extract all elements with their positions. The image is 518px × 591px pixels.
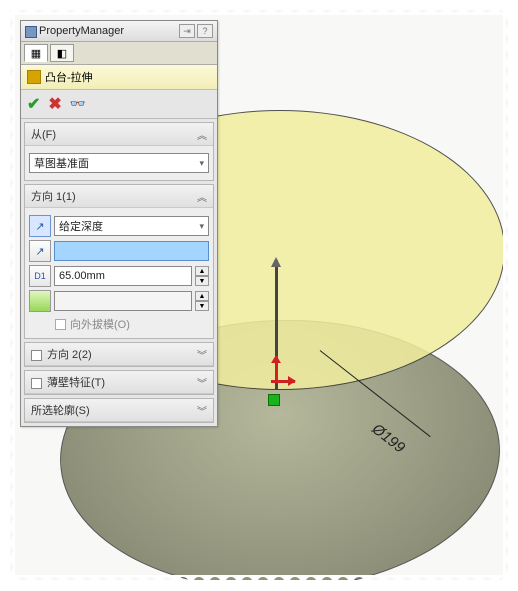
config-icon: ◧	[57, 47, 67, 60]
depth-spin-down[interactable]: ▼	[195, 276, 209, 286]
thin-feature-header[interactable]: 薄壁特征(T) ︾	[25, 371, 213, 394]
tab-config[interactable]: ◧	[50, 44, 74, 62]
from-group: 从(F) ︽ 草图基准面	[24, 122, 214, 181]
direction2-label: 方向 2(2)	[47, 349, 92, 361]
feature-name: 凸台-拉伸	[45, 69, 93, 85]
chevron-down-icon: ︾	[197, 375, 207, 390]
ok-button[interactable]: ✔	[27, 94, 40, 114]
sketch-origin	[268, 394, 280, 406]
panel-title: PropertyManager	[25, 25, 124, 37]
property-manager-panel: PropertyManager ⇥ ? ▦ ◧ 凸台-拉伸 ✔ ✖ 👓	[20, 20, 218, 427]
tab-feature[interactable]: ▦	[24, 44, 48, 62]
feature-tree-icon: ▦	[31, 47, 41, 60]
draft-spin-up[interactable]: ▲	[195, 291, 209, 301]
draft-spin-down[interactable]: ▼	[195, 301, 209, 311]
direction1-header[interactable]: 方向 1(1) ︽	[25, 185, 213, 208]
from-selection-value: 草图基准面	[34, 155, 89, 171]
cancel-button[interactable]: ✖	[48, 94, 61, 114]
arrow-icon: ↗	[35, 245, 44, 258]
d1-icon: D1	[34, 271, 46, 281]
chevron-up-icon: ︽	[197, 127, 207, 142]
chevron-down-icon: ︾	[197, 347, 207, 362]
contours-group: 所选轮廓(S) ︾	[24, 398, 214, 423]
direction1-group: 方向 1(1) ︽ ↗ 给定深度 ↗	[24, 184, 214, 339]
detail-preview-button[interactable]: 👓	[70, 96, 86, 112]
direction-vector-button[interactable]: ↗	[29, 240, 51, 262]
contours-header[interactable]: 所选轮廓(S) ︾	[25, 399, 213, 422]
extrude-feature-icon	[27, 70, 41, 84]
thin-feature-group: 薄壁特征(T) ︾	[24, 370, 214, 395]
end-condition-select[interactable]: 给定深度	[54, 216, 209, 236]
manager-tabs: ▦ ◧	[21, 42, 217, 65]
pin-button[interactable]: ⇥	[179, 24, 195, 38]
contours-label: 所选轮廓(S)	[31, 402, 90, 418]
draft-outward-label: 向外拔模(O)	[70, 316, 130, 332]
draft-toggle-button[interactable]	[29, 290, 51, 312]
chevron-up-icon: ︽	[197, 189, 207, 204]
depth-input[interactable]: 65.00mm	[54, 266, 192, 286]
chevron-down-icon: ︾	[197, 403, 207, 418]
draft-angle-input	[54, 291, 192, 311]
from-label: 从(F)	[31, 126, 56, 142]
direction1-label: 方向 1(1)	[31, 188, 76, 204]
thin-feature-checkbox[interactable]	[31, 378, 42, 389]
from-group-header[interactable]: 从(F) ︽	[25, 123, 213, 146]
depth-spin-up[interactable]: ▲	[195, 266, 209, 276]
depth-value: 65.00mm	[59, 270, 105, 282]
direction2-header[interactable]: 方向 2(2) ︾	[25, 343, 213, 366]
direction2-checkbox[interactable]	[31, 350, 42, 361]
end-condition-value: 给定深度	[59, 218, 103, 234]
reverse-icon: ↗	[35, 220, 44, 233]
reverse-direction-button[interactable]: ↗	[29, 215, 51, 237]
from-condition-select[interactable]: 草图基准面	[29, 153, 209, 173]
draft-outward-checkbox[interactable]	[55, 319, 66, 330]
depth-icon-button: D1	[29, 265, 51, 287]
direction2-group: 方向 2(2) ︾	[24, 342, 214, 367]
help-button[interactable]: ?	[197, 24, 213, 38]
direction-selection-field[interactable]	[54, 241, 209, 261]
thin-feature-label: 薄壁特征(T)	[47, 377, 105, 389]
